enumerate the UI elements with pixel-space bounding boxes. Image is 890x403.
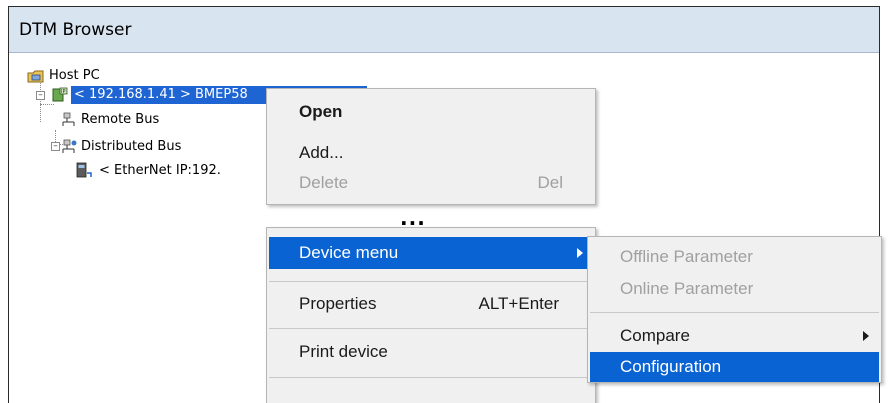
- menu-separator: [269, 281, 593, 282]
- context-menu-top: Open Add... Delete Del: [266, 88, 596, 205]
- menu-item-properties[interactable]: Properties ALT+Enter: [269, 288, 593, 320]
- tree-item-label: < EtherNet IP:192.: [99, 163, 221, 178]
- collapse-toggle[interactable]: –: [36, 91, 45, 100]
- host-pc-icon: [27, 69, 45, 90]
- menu-separator: [269, 377, 593, 378]
- collapse-toggle[interactable]: –: [51, 142, 60, 151]
- title-bar: DTM Browser: [9, 7, 879, 53]
- bus-icon: [61, 112, 77, 134]
- submenu-arrow-icon: [863, 331, 869, 341]
- device-submenu: Offline Parameter Online Parameter Compa…: [587, 236, 882, 383]
- menu-item-offline-parameter[interactable]: Offline Parameter: [590, 242, 879, 272]
- tree-item-label: Remote Bus: [81, 112, 160, 127]
- menu-separator: [269, 328, 593, 329]
- menu-item-shortcut: Del: [537, 173, 563, 192]
- menu-item-label: Delete: [299, 173, 349, 192]
- menu-item-shortcut: ALT+Enter: [478, 294, 559, 313]
- menu-item-label: Offline Parameter: [620, 247, 753, 266]
- window-title: DTM Browser: [19, 20, 132, 40]
- menu-item-label: Online Parameter: [620, 279, 754, 298]
- menu-item-label: Add...: [299, 143, 344, 162]
- menu-item-open[interactable]: Open: [269, 97, 593, 127]
- menu-item-add[interactable]: Add...: [269, 139, 593, 167]
- menu-item-label: Properties: [299, 294, 377, 313]
- menu-item-device-menu[interactable]: Device menu: [269, 237, 593, 269]
- menu-item-print-device[interactable]: Print device: [269, 336, 593, 368]
- controller-icon: IP: [51, 87, 69, 109]
- tree-item-label: Host PC: [49, 68, 100, 83]
- context-menu-bottom: Device menu Properties ALT+Enter Print d…: [266, 227, 596, 403]
- menu-item-label: Print device: [299, 342, 388, 361]
- menu-item-label: Configuration: [620, 357, 722, 376]
- submenu-arrow-icon: [577, 248, 583, 258]
- svg-text:IP: IP: [61, 89, 66, 95]
- menu-item-compare[interactable]: Compare: [590, 321, 879, 351]
- menu-item-label: Open: [299, 102, 343, 121]
- menu-separator: [590, 312, 879, 313]
- menu-item-configuration[interactable]: Configuration: [590, 352, 879, 382]
- tree-line: [40, 104, 41, 122]
- menu-item-label: Compare: [620, 326, 690, 345]
- tree-item-label: Distributed Bus: [81, 139, 182, 154]
- ethernet-device-icon: [75, 162, 93, 185]
- menu-item-delete[interactable]: Delete Del: [269, 169, 593, 197]
- menu-item-label: Device menu: [299, 243, 399, 262]
- menu-item-online-parameter[interactable]: Online Parameter: [590, 274, 879, 304]
- bus-icon: [61, 139, 77, 161]
